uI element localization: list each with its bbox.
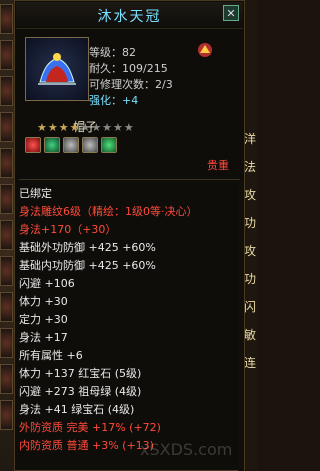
equip-slot[interactable] (0, 220, 13, 250)
equip-slot[interactable] (0, 40, 13, 70)
attribute-line: 身法+170（+30） (19, 223, 117, 236)
green-gem-socket-icon[interactable] (44, 137, 60, 153)
white-gem-socket-icon[interactable] (82, 137, 98, 153)
attribute-text: 基础外功防御 +425 +60% (19, 241, 156, 254)
item-tooltip-panel: 沐水天冠 ✕ 等级：82 耐久：109/215 可修理次数：2/3 强化：+4 … (14, 0, 245, 471)
equip-slot[interactable] (0, 148, 13, 178)
gem-badge-icon (195, 41, 215, 59)
right-side-char: 法 (243, 160, 256, 174)
scrollbar[interactable] (238, 181, 244, 471)
attribute-line: 身法 +17 (19, 331, 68, 344)
equip-slot[interactable] (0, 400, 13, 430)
close-icon[interactable]: ✕ (223, 5, 239, 21)
attribute-line: 已绑定 (19, 187, 52, 200)
divider (19, 179, 240, 180)
right-side-char: 攻 (243, 188, 256, 202)
title-bar: 沐水天冠 ✕ (16, 2, 243, 29)
item-durability: 耐久：109/215 (89, 62, 168, 75)
equip-slot[interactable] (0, 364, 13, 394)
attribute-line: 基础外功防御 +425 +60% (19, 239, 156, 255)
item-enhance: 强化：+4 (89, 94, 139, 107)
attribute-line: 身法 +41 绿宝石 (4级) (19, 403, 135, 416)
attribute-line: 体力 +30 (19, 295, 68, 308)
attribute-line: 基础内功防御 +425 +60% (19, 257, 156, 273)
item-grade: 贵重 (207, 159, 229, 172)
equip-slot[interactable] (0, 256, 13, 286)
attribute-line: 闪避 +273 祖母绿 (4级) (19, 385, 142, 398)
watermark: xSXDS.com (140, 440, 233, 459)
attribute-line: 身法雕纹6级（精绘：1级0等·决心） (19, 205, 198, 218)
right-side-char: 攻 (243, 244, 256, 258)
right-side-char: 连 (243, 356, 256, 370)
item-repairs: 可修理次数：2/3 (89, 78, 173, 91)
attribute-line: 所有属性 +6 (19, 349, 83, 362)
right-side-char: 功 (243, 216, 256, 230)
attribute-line: 定力 +30 (19, 313, 68, 326)
item-level: 等级：82 (89, 46, 136, 59)
right-side-char: 功 (243, 272, 256, 286)
crown-helmet-icon (25, 37, 89, 101)
right-side-char: 洋 (243, 132, 256, 146)
attribute-line: 内防资质 普通 +3% (+13) (19, 439, 154, 452)
left-equipment-strip (0, 0, 14, 471)
attribute-text: 基础内功防御 +425 +60% (19, 259, 156, 272)
equip-slot[interactable] (0, 292, 13, 322)
attribute-line: 闪避 +106 (19, 277, 75, 290)
enhance-stars: ★★★★★★★★★ (37, 121, 135, 134)
equip-slot[interactable] (0, 184, 13, 214)
right-side-panel: 洋 法 攻 功 攻 功 闪 敏 连 (243, 0, 257, 471)
green-gem-socket-icon[interactable] (101, 137, 117, 153)
attribute-line: 外防资质 完美 +17% (+72) (19, 421, 161, 434)
equip-slot[interactable] (0, 4, 13, 34)
equip-slot[interactable] (0, 112, 13, 142)
item-title: 沐水天冠 (97, 9, 162, 25)
equip-slot[interactable] (0, 76, 13, 106)
red-gem-socket-icon[interactable] (25, 137, 41, 153)
white-gem-socket-icon[interactable] (63, 137, 79, 153)
equip-slot[interactable] (0, 328, 13, 358)
attribute-line: 体力 +137 红宝石 (5级) (19, 367, 142, 380)
right-side-char: 敏 (243, 328, 256, 342)
right-side-char: 闪 (243, 300, 256, 314)
